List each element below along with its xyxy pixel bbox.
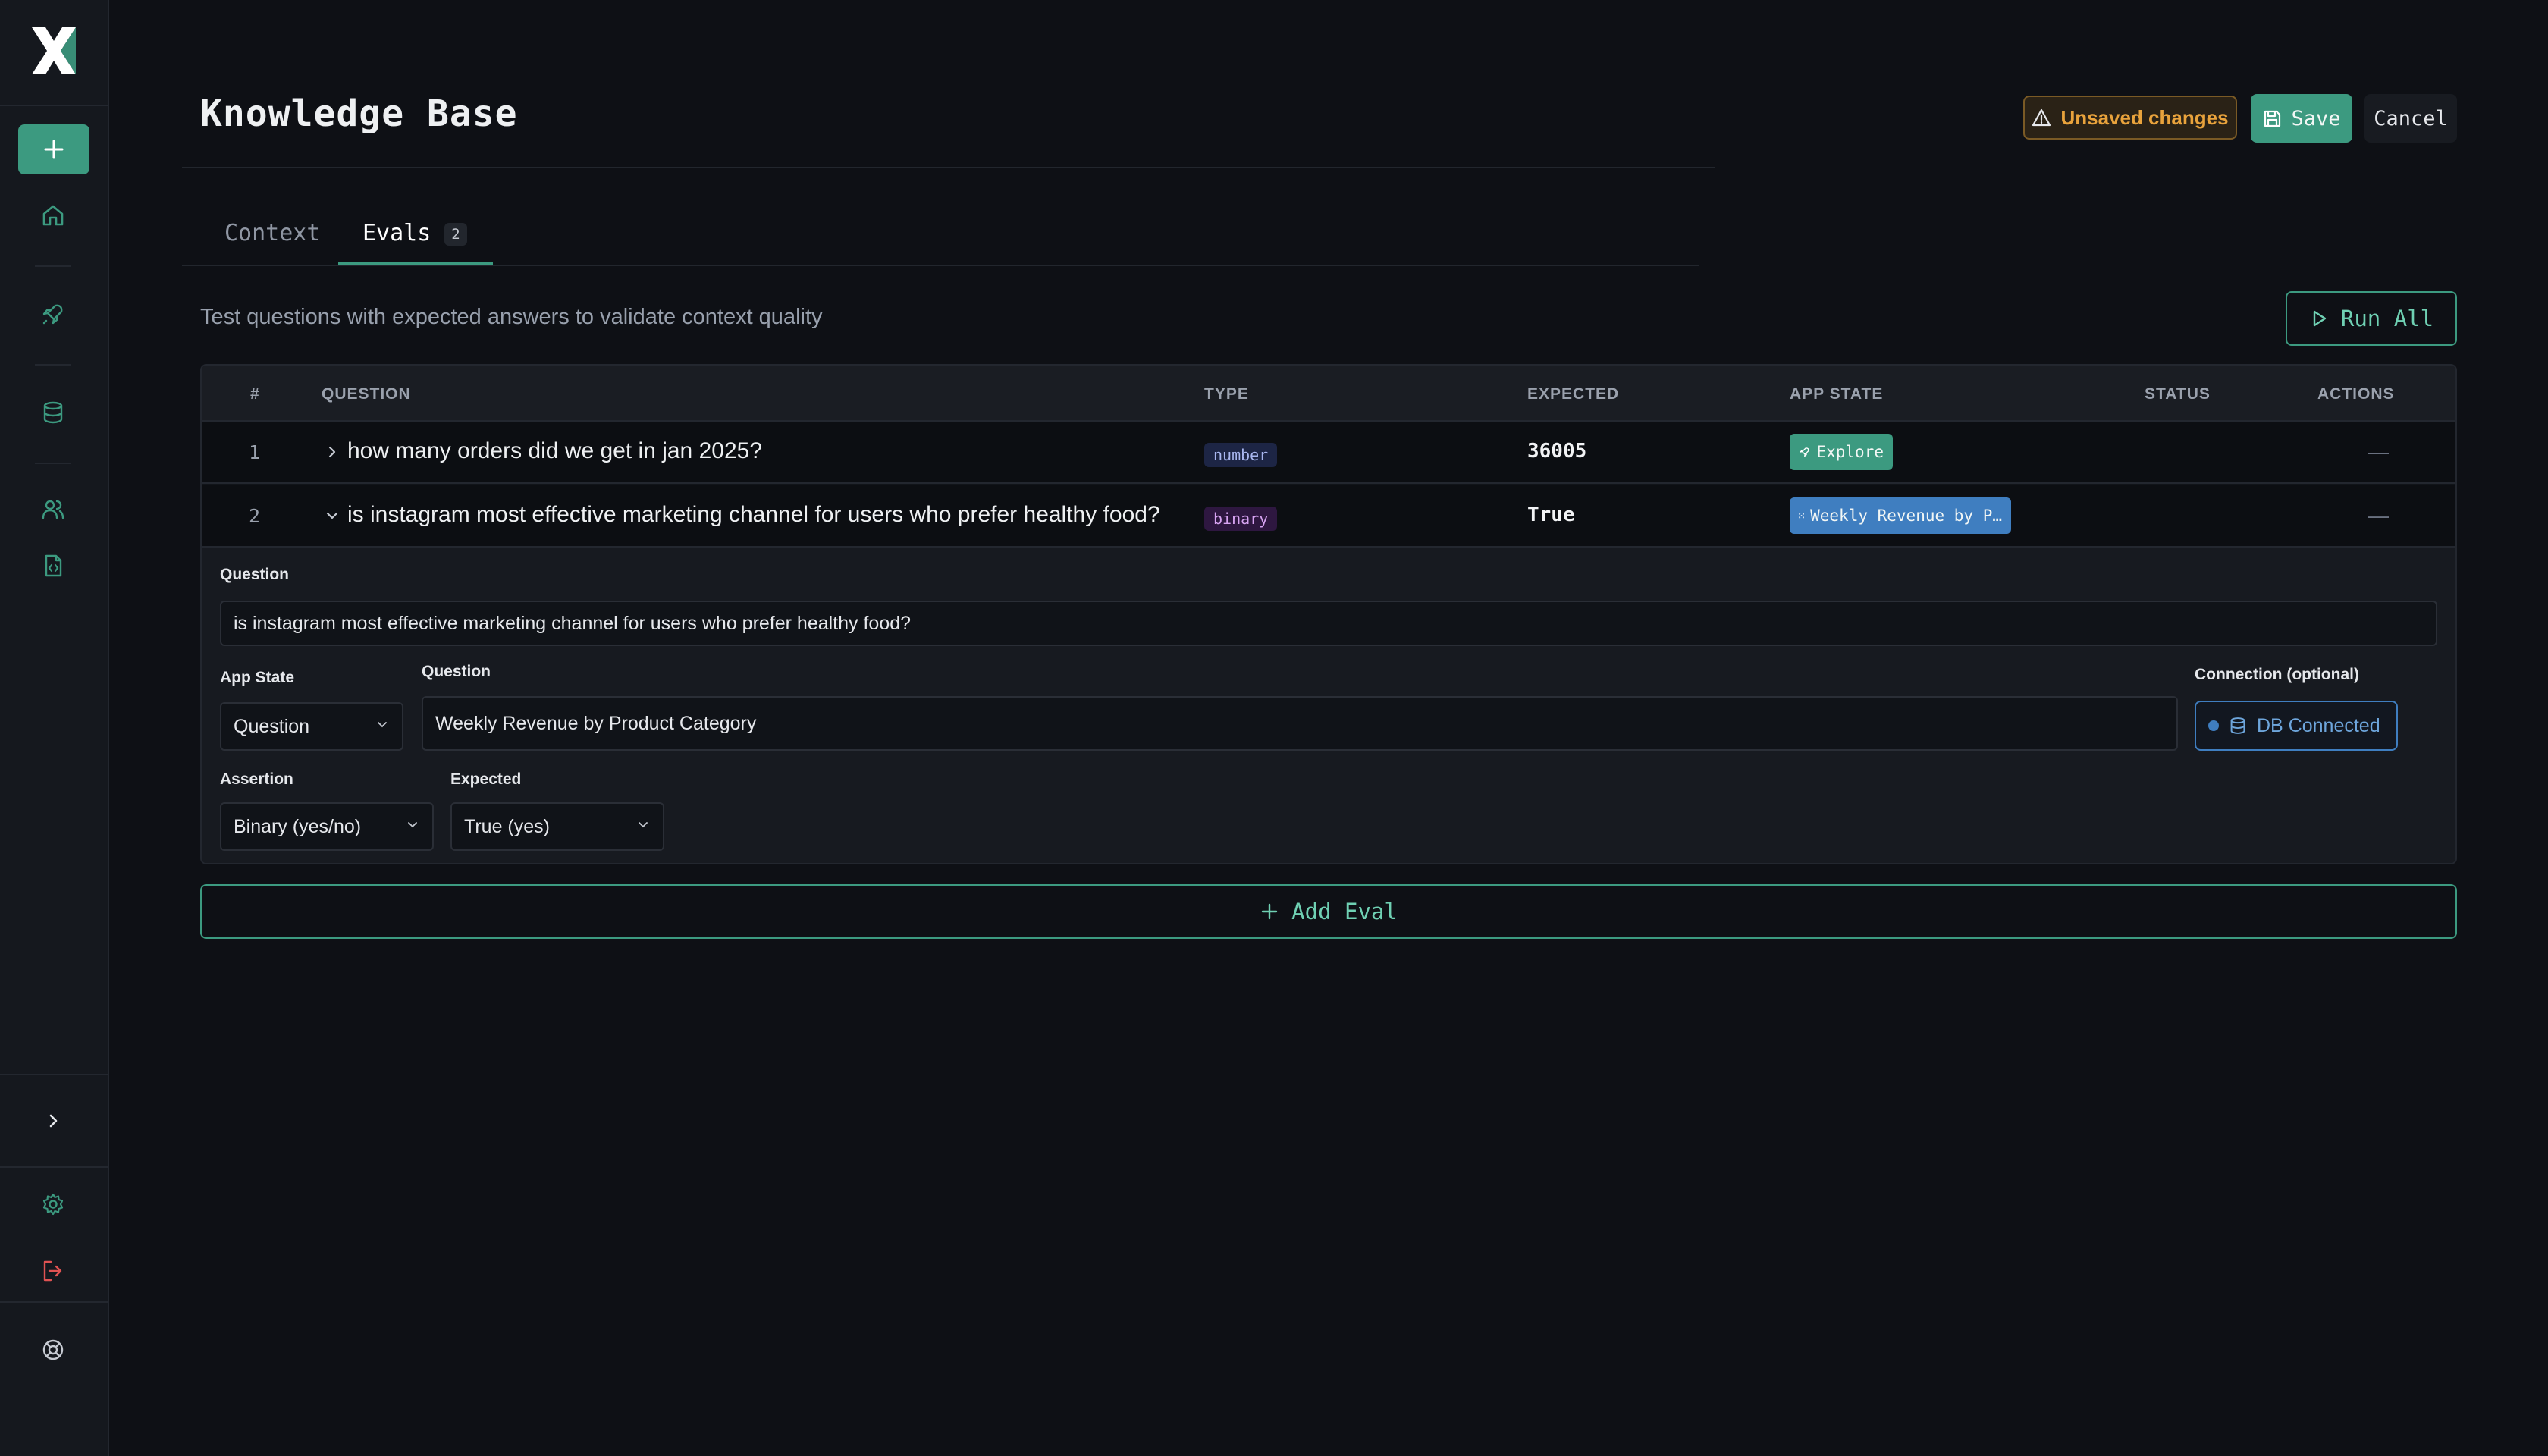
unsaved-changes-badge: Unsaved changes [2023,96,2237,140]
app-logo[interactable] [27,24,80,77]
sidebar-divider [0,1074,108,1075]
question-label: Question [220,566,290,583]
question-select-input[interactable]: Weekly Revenue by Product Category [422,696,2178,751]
chevron-down-icon [405,816,420,838]
header-number: # [250,385,260,403]
row-expected: True [1527,504,1575,526]
evals-count-badge: 2 [444,223,467,246]
sidebar-divider [0,1301,108,1303]
connection-label: Connection (optional) [2195,666,2359,683]
eval-detail-panel: Question is instagram most effective mar… [202,548,2455,863]
header-divider [182,167,1715,168]
evals-table: # QUESTION TYPE EXPECTED APP STATE STATU… [200,364,2457,864]
rocket-icon[interactable] [35,296,71,332]
row-number: 1 [249,441,261,463]
expected-label: Expected [450,770,522,788]
database-icon [2230,717,2245,734]
app-state-value: Question [234,715,310,737]
assertion-select[interactable]: Binary (yes/no) [220,802,434,851]
sidebar-separator [35,364,71,366]
sidebar [0,0,109,1456]
play-icon [2313,310,2327,327]
plus-icon [44,140,64,159]
sidebar-divider [0,1166,108,1168]
app-state-badge[interactable]: Weekly Revenue by P… [1790,497,2011,534]
table-header: # QUESTION TYPE EXPECTED APP STATE STATU… [202,366,2455,422]
new-button[interactable] [18,124,89,174]
row-status: — [2368,440,2389,463]
chevron-right-icon[interactable] [323,443,341,465]
app-state-label: Explore [1816,443,1884,461]
header-actions: ACTIONS [2317,385,2395,403]
row-question: how many orders did we get in jan 2025? [347,438,763,463]
connection-value: DB Connected [2257,714,2380,736]
logout-icon[interactable] [35,1253,71,1289]
save-icon [2264,110,2281,127]
help-lifebuoy-icon[interactable] [35,1332,71,1368]
add-eval-button[interactable]: Add Eval [200,884,2457,939]
header-expected: EXPECTED [1527,385,1620,403]
header-question: QUESTION [322,385,411,403]
evals-description: Test questions with expected answers to … [200,305,823,329]
assertion-label: Assertion [220,770,293,788]
run-all-button[interactable]: Run All [2286,291,2457,346]
row-expected: 36005 [1527,440,1587,463]
chevron-right-icon[interactable] [35,1103,71,1139]
active-tab-indicator [338,262,493,265]
connection-button[interactable]: DB Connected [2195,701,2398,751]
table-row[interactable]: 1 how many orders did we get in jan 2025… [202,422,2455,484]
page-title: Knowledge Base [200,93,518,135]
file-code-icon[interactable] [35,548,71,584]
add-eval-label: Add Eval [1291,899,1398,924]
connection-status-dot [2208,720,2219,731]
type-badge: binary [1204,507,1278,531]
header-type: TYPE [1204,385,1249,403]
header-app-state: APP STATE [1790,385,1884,403]
app-state-label: App State [220,669,295,686]
expected-value: True (yes) [464,815,550,837]
plus-icon [1261,903,1278,920]
tab-context[interactable]: Context [224,220,320,246]
cancel-button[interactable]: Cancel [2364,94,2457,143]
sidebar-divider [0,105,108,106]
chevron-down-icon [635,816,651,838]
question-select-label: Question [422,663,491,680]
chevron-down-icon[interactable] [323,507,341,529]
save-label: Save [2291,106,2341,130]
rocket-icon [1800,447,1809,457]
chevron-down-icon [375,716,390,738]
save-button[interactable]: Save [2251,94,2352,143]
database-icon[interactable] [35,394,71,431]
tab-evals[interactable]: Evals [362,220,431,246]
question-textarea[interactable]: is instagram most effective marketing ch… [220,601,2437,646]
row-number: 2 [249,505,261,527]
scan-icon [1799,513,1804,519]
sidebar-separator [35,463,71,464]
row-status: — [2368,504,2389,527]
app-state-label: Weekly Revenue by P… [1810,507,2002,525]
header-status: STATUS [2145,385,2211,403]
warning-icon [2032,108,2051,127]
type-badge: number [1204,443,1278,467]
expected-select[interactable]: True (yes) [450,802,664,851]
app-state-badge[interactable]: Explore [1790,434,1893,470]
row-question: is instagram most effective marketing ch… [347,502,1160,527]
sidebar-separator [35,265,71,267]
home-icon[interactable] [35,197,71,234]
table-row[interactable]: 2 is instagram most effective marketing … [202,485,2455,548]
run-all-label: Run All [2340,306,2434,331]
assertion-value: Binary (yes/no) [234,815,362,837]
users-icon[interactable] [35,491,71,528]
app-state-select[interactable]: Question [220,702,403,751]
unsaved-changes-text: Unsaved changes [2060,105,2229,129]
gear-icon[interactable] [35,1186,71,1222]
